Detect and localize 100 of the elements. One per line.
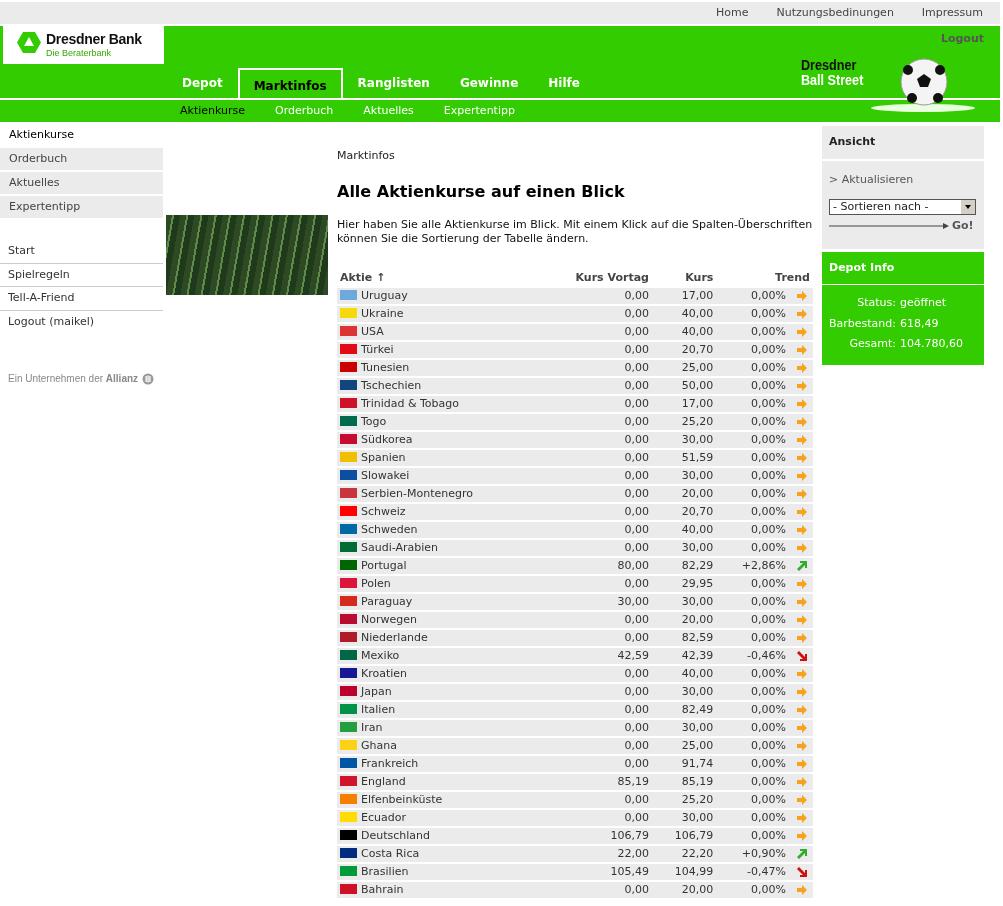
table-cell: 0,00 xyxy=(537,522,652,539)
stock-name[interactable]: Ghana xyxy=(361,739,397,753)
table-cell: 20,00 xyxy=(651,612,717,629)
table-cell: 0,00% xyxy=(716,522,789,539)
stock-name[interactable]: USA xyxy=(361,325,384,339)
table-cell: 0,00 xyxy=(537,540,652,557)
stock-name[interactable]: Polen xyxy=(361,577,391,591)
table-cell: 105,49 xyxy=(537,864,652,881)
table-cell: 25,00 xyxy=(651,738,717,755)
table-cell: 30,00 xyxy=(651,594,717,611)
table-cell: 40,00 xyxy=(651,666,717,683)
dropdown-caret-icon xyxy=(961,200,975,214)
stock-name[interactable]: Ukraine xyxy=(361,307,404,321)
table-cell: 30,00 xyxy=(651,684,717,701)
table-cell: 106,79 xyxy=(651,828,717,845)
table-cell: 0,00% xyxy=(716,288,789,305)
table-cell: 17,00 xyxy=(651,288,717,305)
table-cell: 0,00 xyxy=(537,324,652,341)
top-nav-link[interactable]: Home xyxy=(716,4,749,22)
table-cell: 22,20 xyxy=(651,846,717,863)
top-nav-link[interactable]: Impressum xyxy=(921,4,983,22)
intro-text: Hier haben Sie alle Aktienkurse im Blick. Mit einem Klick auf die Spalten-Überschriften können Sie die Sortierung der Tabelle ändern. xyxy=(337,217,813,247)
panel-title: Ansicht xyxy=(822,126,984,161)
table-cell: 106,79 xyxy=(537,828,652,845)
refresh-link[interactable]: > Aktualisieren xyxy=(829,171,914,188)
table-cell: 25,20 xyxy=(651,414,717,431)
table-cell: 40,00 xyxy=(651,306,717,323)
table-cell: 0,00% xyxy=(716,756,789,773)
nav-tab[interactable]: Marktinfos xyxy=(237,68,343,98)
stock-name[interactable]: Schweiz xyxy=(361,505,406,519)
panel-title: Depot Info xyxy=(822,251,984,285)
table-cell: 42,59 xyxy=(537,648,652,665)
column-header[interactable]: Aktie xyxy=(340,271,373,285)
table-cell: 40,00 xyxy=(651,324,717,341)
table-cell: 0,00 xyxy=(537,792,652,809)
table-cell: 0,00 xyxy=(537,342,652,359)
stock-name[interactable]: Türkei xyxy=(361,343,394,357)
table-cell: 82,49 xyxy=(651,702,717,719)
table-cell: 0,00 xyxy=(537,378,652,395)
stock-name[interactable]: Bahrain xyxy=(361,883,404,897)
arrow-line-icon xyxy=(829,223,949,230)
table-cell: 0,00% xyxy=(716,414,789,431)
sidebar-link[interactable]: Spielregeln xyxy=(0,263,163,287)
stock-name[interactable]: Togo xyxy=(361,415,387,429)
table-cell: 42,39 xyxy=(651,648,717,665)
top-nav-link[interactable]: Nutzungsbedinungen xyxy=(776,4,894,22)
stock-name[interactable]: Uruguay xyxy=(361,289,408,303)
stock-name[interactable]: England xyxy=(361,775,406,789)
logo-text: Dresdner Bank xyxy=(46,32,142,46)
info-value: 618,49 xyxy=(900,315,940,332)
table-cell: 0,00% xyxy=(716,630,789,647)
stock-name[interactable]: Mexiko xyxy=(361,649,400,663)
sidebar-item[interactable]: Expertentipp xyxy=(0,196,163,218)
table-cell: 20,00 xyxy=(651,882,717,899)
stock-name[interactable]: Ecuador xyxy=(361,811,406,825)
info-label: Gesamt: xyxy=(848,336,896,352)
table-cell: 17,00 xyxy=(651,396,717,413)
table-cell: -0,46% xyxy=(716,648,789,665)
stock-name[interactable]: Brasilien xyxy=(361,865,409,879)
stock-name[interactable]: Japan xyxy=(361,685,392,699)
table-cell: 82,59 xyxy=(651,630,717,647)
sidebar-item[interactable]: Aktuelles xyxy=(0,172,163,194)
table-cell: 30,00 xyxy=(537,594,652,611)
sidebar-item[interactable]: Orderbuch xyxy=(0,148,163,170)
column-header[interactable]: Trend xyxy=(775,271,810,285)
column-header[interactable]: Kurs xyxy=(685,271,714,285)
subnav-tab[interactable]: Aktienkurse xyxy=(180,102,246,120)
table-cell: +2,86% xyxy=(716,558,789,575)
bank-logo-icon xyxy=(17,32,41,53)
go-button[interactable]: Go! xyxy=(952,218,974,235)
table-cell: 0,00 xyxy=(537,630,652,647)
stock-name[interactable]: Iran xyxy=(361,721,383,735)
table-cell: 0,00% xyxy=(716,738,789,755)
table-cell: 0,00% xyxy=(716,612,789,629)
column-header[interactable]: Kurs Vortag xyxy=(575,271,649,285)
table-cell: 0,00 xyxy=(537,360,652,377)
table-cell: 0,00 xyxy=(537,576,652,593)
footer-text: Ein Unternehmen der Allianz xyxy=(8,372,139,386)
sort-arrow: ↑ xyxy=(375,271,386,285)
table-cell: 30,00 xyxy=(651,540,717,557)
table-cell: 0,00% xyxy=(716,378,789,395)
brand-text: Ball Street xyxy=(801,72,864,88)
stock-name[interactable]: Italien xyxy=(361,703,396,717)
stock-name[interactable]: Spanien xyxy=(361,451,406,465)
stock-name[interactable]: Portugal xyxy=(361,559,407,573)
table-cell: 0,00 xyxy=(537,810,652,827)
table-cell: 0,00% xyxy=(716,882,789,899)
sidebar-link[interactable]: Tell-A-Friend xyxy=(0,287,163,311)
table-cell: 0,00 xyxy=(537,702,652,719)
table-cell: 51,59 xyxy=(651,450,717,467)
stock-name[interactable]: Kroatien xyxy=(361,667,408,681)
sort-dropdown[interactable]: - Sortieren nach - xyxy=(829,199,976,215)
table-cell: 30,00 xyxy=(651,810,717,827)
table-cell: 0,00% xyxy=(716,720,789,737)
sidebar-link[interactable]: Logout (maikel) xyxy=(0,310,163,333)
table-cell: 0,00% xyxy=(716,504,789,521)
page-heading: Alle Aktienkurse auf einen Blick xyxy=(337,180,626,203)
table-cell: 0,00% xyxy=(716,306,789,323)
table-cell: 0,00% xyxy=(716,684,789,701)
sidebar-link[interactable]: Start xyxy=(0,240,163,264)
